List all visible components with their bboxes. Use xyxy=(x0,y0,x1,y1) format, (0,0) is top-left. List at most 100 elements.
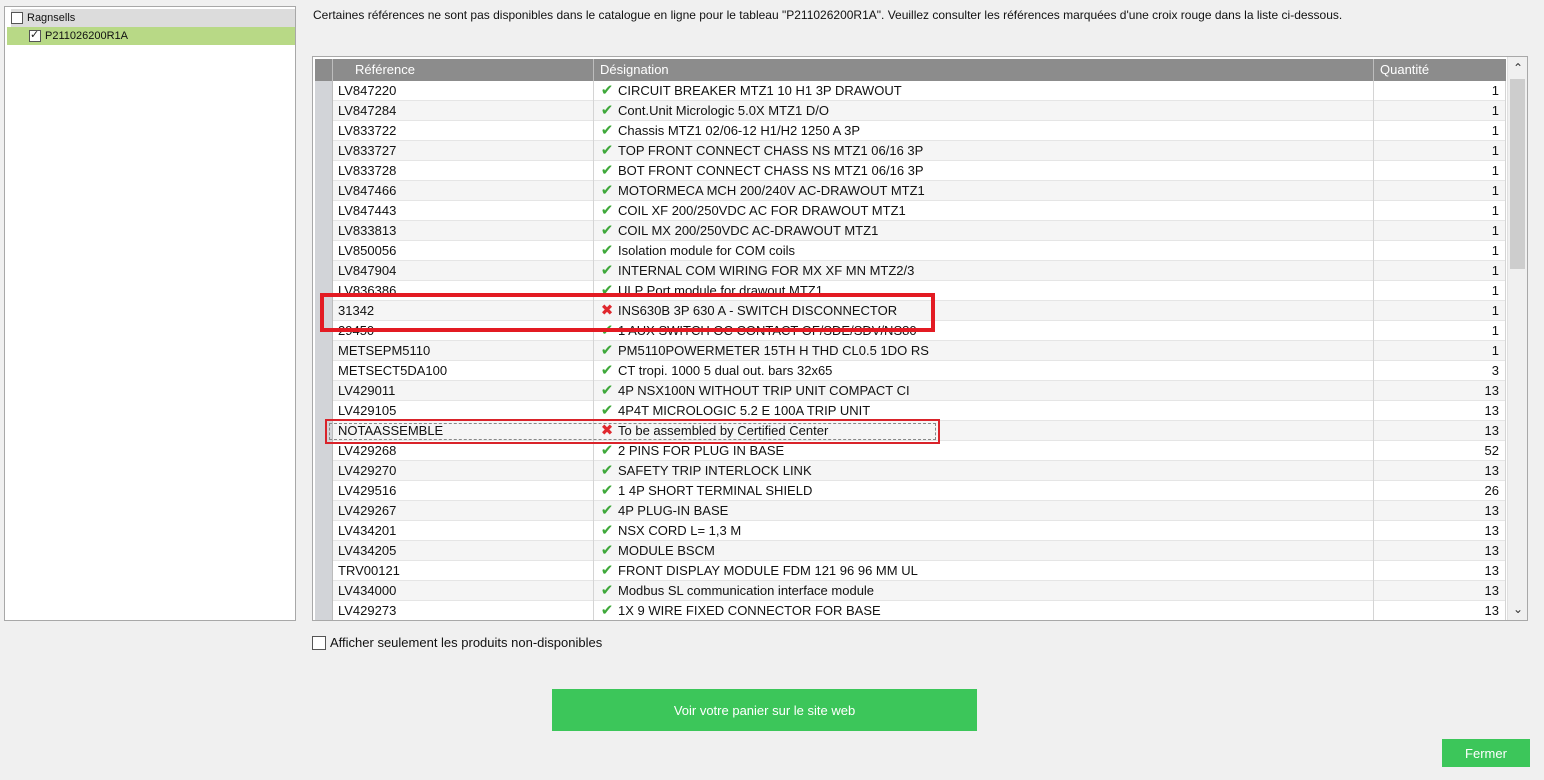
cell-designation: ✔ Modbus SL communication interface modul… xyxy=(594,581,1374,601)
cell-reference: LV434000 xyxy=(333,581,594,601)
filter-checkbox[interactable] xyxy=(312,635,326,650)
cell-quantity: 1 xyxy=(1374,221,1506,241)
table-row[interactable]: LV434205 ✔ MODULE BSCM 13 xyxy=(333,541,1506,561)
cell-reference: LV847284 xyxy=(333,101,594,121)
table-row[interactable]: METSEPM5110 ✔ PM5110POWERMETER 15TH H THD … xyxy=(333,341,1506,361)
table-row[interactable]: LV833728 ✔ BOT FRONT CONNECT CHASS NS MTZ1… xyxy=(333,161,1506,181)
designation-text: BOT FRONT CONNECT CHASS NS MTZ1 06/16 3P xyxy=(618,163,924,178)
check-icon: ✔ xyxy=(600,542,614,559)
table-row[interactable]: LV833813 ✔ COIL MX 200/250VDC AC-DRAWOUT M… xyxy=(333,221,1506,241)
cell-designation: ✔ 4P NSX100N WITHOUT TRIP UNIT COMPACT CI xyxy=(594,381,1374,401)
cell-quantity: 1 xyxy=(1374,121,1506,141)
cell-designation: ✔ TOP FRONT CONNECT CHASS NS MTZ1 06/16 3… xyxy=(594,141,1374,161)
cell-reference: METSECT5DA100 xyxy=(333,361,594,381)
designation-text: 4P NSX100N WITHOUT TRIP UNIT COMPACT CI xyxy=(618,383,910,398)
close-button[interactable]: Fermer xyxy=(1442,739,1530,767)
cell-quantity: 3 xyxy=(1374,361,1506,381)
tree-root-checkbox[interactable] xyxy=(11,12,23,24)
cross-icon: ✖ xyxy=(600,422,614,439)
table-row[interactable]: LV847284 ✔ Cont.Unit Micrologic 5.0X MTZ1 … xyxy=(333,101,1506,121)
scroll-down-icon[interactable]: ⌄ xyxy=(1508,599,1527,619)
column-header-quantity[interactable]: Quantité xyxy=(1374,59,1506,81)
table-row[interactable]: LV847443 ✔ COIL XF 200/250VDC AC FOR DRAWO… xyxy=(333,201,1506,221)
check-icon: ✔ xyxy=(600,262,614,279)
cell-reference: LV847466 xyxy=(333,181,594,201)
column-header-designation[interactable]: Désignation xyxy=(594,59,1374,81)
cell-quantity: 1 xyxy=(1374,241,1506,261)
table-row[interactable]: TRV00121 ✔ FRONT DISPLAY MODULE FDM 121 96… xyxy=(333,561,1506,581)
check-icon: ✔ xyxy=(600,402,614,419)
view-cart-button[interactable]: Voir votre panier sur le site web xyxy=(552,689,977,731)
column-header-reference[interactable]: Référence xyxy=(333,59,594,81)
table-row[interactable]: LV429273 ✔ 1X 9 WIRE FIXED CONNECTOR FOR B… xyxy=(333,601,1506,620)
cell-designation: ✔ 1 4P SHORT TERMINAL SHIELD xyxy=(594,481,1374,501)
tree-child-label: P211026200R1A xyxy=(45,30,128,42)
cell-quantity: 1 xyxy=(1374,141,1506,161)
cell-quantity: 52 xyxy=(1374,441,1506,461)
table-row[interactable]: LV833727 ✔ TOP FRONT CONNECT CHASS NS MTZ1… xyxy=(333,141,1506,161)
check-icon: ✔ xyxy=(600,502,614,519)
dialog-window: Ragnsells P211026200R1A Certaines référe… xyxy=(0,0,1544,780)
table-row[interactable]: LV833722 ✔ Chassis MTZ1 02/06-12 H1/H2 125… xyxy=(333,121,1506,141)
check-icon: ✔ xyxy=(600,142,614,159)
tree-item-root[interactable]: Ragnsells xyxy=(11,9,295,27)
designation-text: INS630B 3P 630 A - SWITCH DISCONNECTOR xyxy=(618,303,898,318)
filter-unavailable[interactable]: Afficher seulement les produits non-disp… xyxy=(312,635,602,650)
cell-reference: LV429516 xyxy=(333,481,594,501)
check-icon: ✔ xyxy=(600,462,614,479)
table-row[interactable]: LV850056 ✔ Isolation module for COM coils 1 xyxy=(333,241,1506,261)
cell-designation: ✔ INTERNAL COM WIRING FOR MX XF MN MTZ2/3 xyxy=(594,261,1374,281)
cell-reference: 31342 xyxy=(333,301,594,321)
designation-text: ULP Port module for drawout MTZ1 xyxy=(618,283,823,298)
designation-text: CT tropi. 1000 5 dual out. bars 32x65 xyxy=(618,363,833,378)
check-icon: ✔ xyxy=(600,342,614,359)
designation-text: TOP FRONT CONNECT CHASS NS MTZ1 06/16 3P xyxy=(618,143,924,158)
table-row[interactable]: LV429105 ✔ 4P4T MICROLOGIC 5.2 E 100A TRIP… xyxy=(333,401,1506,421)
grid-header: Référence Désignation Quantité xyxy=(315,59,1506,81)
cell-reference: LV847220 xyxy=(333,81,594,101)
header-corner xyxy=(315,59,333,81)
table-row[interactable]: LV847466 ✔ MOTORMECA MCH 200/240V AC-DRAWO… xyxy=(333,181,1506,201)
table-row[interactable]: LV429011 ✔ 4P NSX100N WITHOUT TRIP UNIT CO… xyxy=(333,381,1506,401)
info-message: Certaines références ne sont pas disponi… xyxy=(313,8,1343,22)
cell-quantity: 13 xyxy=(1374,581,1506,601)
table-row[interactable]: LV847220 ✔ CIRCUIT BREAKER MTZ1 10 H1 3P D… xyxy=(333,81,1506,101)
table-row[interactable]: LV434000 ✔ Modbus SL communication interfa… xyxy=(333,581,1506,601)
scroll-thumb[interactable] xyxy=(1510,79,1525,269)
table-row[interactable]: LV836386 ✔ ULP Port module for drawout MTZ… xyxy=(333,281,1506,301)
table-row[interactable]: LV429268 ✔ 2 PINS FOR PLUG IN BASE 52 xyxy=(333,441,1506,461)
table-row[interactable]: LV434201 ✔ NSX CORD L= 1,3 M 13 xyxy=(333,521,1506,541)
table-row[interactable]: LV429267 ✔ 4P PLUG-IN BASE 13 xyxy=(333,501,1506,521)
tree-item-panel[interactable]: P211026200R1A xyxy=(7,27,295,45)
scroll-up-icon[interactable]: ⌃ xyxy=(1508,58,1527,78)
cell-quantity: 1 xyxy=(1374,161,1506,181)
filter-label: Afficher seulement les produits non-disp… xyxy=(330,635,603,650)
check-icon: ✔ xyxy=(600,562,614,579)
table-row[interactable]: NOTAASSEMBLE ✖ To be assembled by Certifie… xyxy=(333,421,1506,441)
cell-designation: ✔ CIRCUIT BREAKER MTZ1 10 H1 3P DRAWOUT xyxy=(594,81,1374,101)
cell-quantity: 13 xyxy=(1374,421,1506,441)
cell-reference: TRV00121 xyxy=(333,561,594,581)
table-row[interactable]: LV429270 ✔ SAFETY TRIP INTERLOCK LINK 13 xyxy=(333,461,1506,481)
table-row[interactable]: METSECT5DA100 ✔ CT tropi. 1000 5 dual out.… xyxy=(333,361,1506,381)
cell-reference: LV847904 xyxy=(333,261,594,281)
check-icon: ✔ xyxy=(600,282,614,299)
table-row[interactable]: LV429516 ✔ 1 4P SHORT TERMINAL SHIELD 26 xyxy=(333,481,1506,501)
designation-text: 1 AUX SWITCH OC CONTACT OF/SDE/SDV/NS80 xyxy=(618,323,917,338)
designation-text: PM5110POWERMETER 15TH H THD CL0.5 1DO RS xyxy=(618,343,929,358)
check-icon: ✔ xyxy=(600,222,614,239)
designation-text: INTERNAL COM WIRING FOR MX XF MN MTZ2/3 xyxy=(618,263,915,278)
check-icon: ✔ xyxy=(600,382,614,399)
cell-quantity: 13 xyxy=(1374,521,1506,541)
table-row[interactable]: LV847904 ✔ INTERNAL COM WIRING FOR MX XF M… xyxy=(333,261,1506,281)
project-tree: Ragnsells P211026200R1A xyxy=(4,6,296,621)
table-row[interactable]: 31342 ✖ INS630B 3P 630 A - SWITCH DISCONNE… xyxy=(333,301,1506,321)
cell-reference: LV850056 xyxy=(333,241,594,261)
vertical-scrollbar[interactable]: ⌃ ⌄ xyxy=(1507,57,1527,620)
cell-reference: METSEPM5110 xyxy=(333,341,594,361)
table-row[interactable]: 29450 ✔ 1 AUX SWITCH OC CONTACT OF/SDE/SDV… xyxy=(333,321,1506,341)
designation-text: 4P4T MICROLOGIC 5.2 E 100A TRIP UNIT xyxy=(618,403,871,418)
check-icon: ✔ xyxy=(600,482,614,499)
cell-quantity: 13 xyxy=(1374,401,1506,421)
tree-child-checkbox[interactable] xyxy=(29,28,41,42)
